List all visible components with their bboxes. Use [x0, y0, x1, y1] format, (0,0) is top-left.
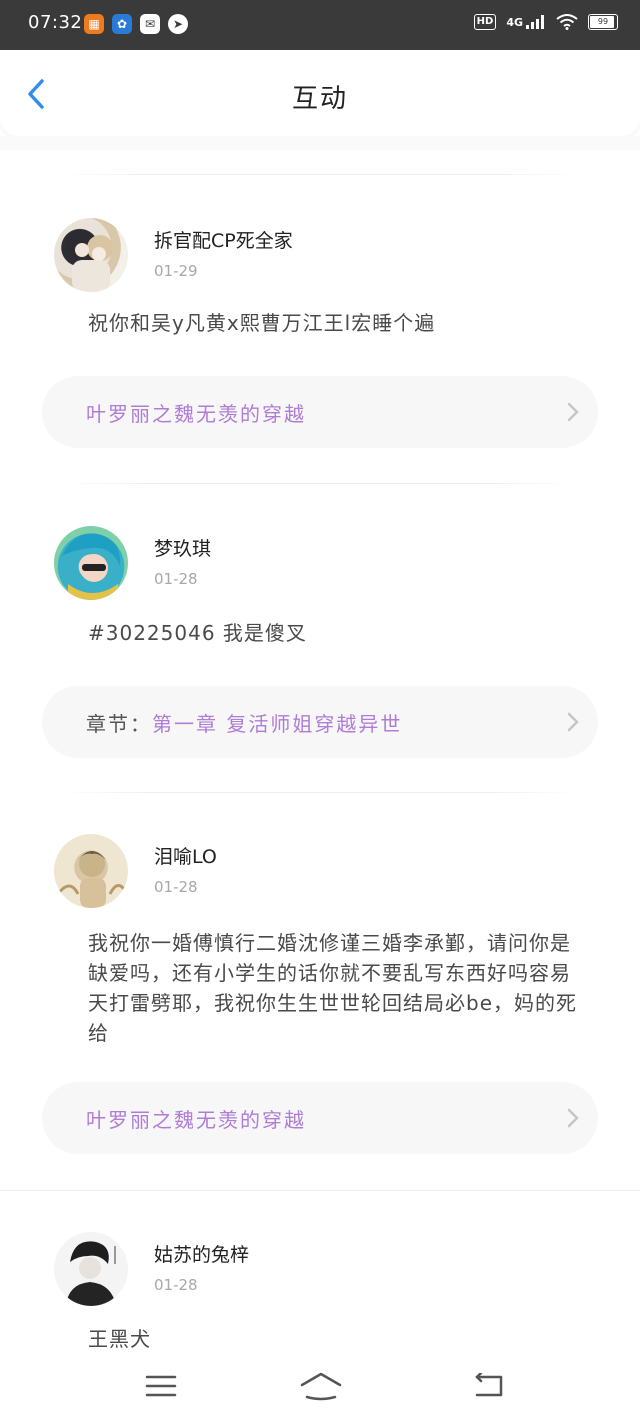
avatar-illustration: [66, 230, 113, 292]
chapter-prefix: 章节：: [86, 712, 152, 736]
chapter-title: 第一章 复活师姐穿越异世: [152, 712, 403, 736]
novel-link-card[interactable]: 叶罗丽之魏无羡的穿越: [42, 1082, 598, 1154]
novel-link-card[interactable]: 叶罗丽之魏无羡的穿越: [42, 376, 598, 448]
paw-app-icon: ✿: [112, 14, 132, 34]
divider: [60, 792, 580, 793]
status-indicators: HD 4G 99: [473, 14, 618, 30]
battery-level: 99: [597, 17, 609, 26]
compass-icon: ➤: [168, 14, 188, 34]
menu-button[interactable]: [136, 1366, 186, 1406]
avatar[interactable]: [54, 526, 128, 600]
chapter-link: 章节：第一章 复活师姐穿越异世: [86, 708, 402, 737]
battery-icon: 99: [588, 14, 618, 30]
username[interactable]: 泪喻LO: [154, 842, 217, 869]
username[interactable]: 姑苏的兔梓: [154, 1240, 249, 1267]
page-header: 互动: [0, 50, 640, 136]
network-type: 4G: [506, 16, 523, 29]
comment-text: 祝你和吴y凡黄x熙曹万江王l宏睡个遍: [88, 311, 436, 335]
comment-date: 01-29: [154, 262, 198, 280]
chevron-right-icon: [567, 402, 579, 422]
app-notification-icon: ▦: [84, 14, 104, 34]
username[interactable]: 梦玖琪: [154, 534, 211, 561]
status-time: 07:32: [28, 12, 83, 33]
divider: [60, 483, 580, 484]
status-bar: 07:32 ▦ ✿ ✉ ➤ HD 4G 99: [0, 0, 640, 50]
return-icon: [475, 1373, 503, 1397]
hd-badge: HD: [473, 14, 497, 30]
avatar-illustration: [62, 533, 121, 600]
comment-text: #30225046 我是傻叉: [88, 621, 307, 645]
avatar[interactable]: [54, 218, 128, 292]
novel-link-title: 叶罗丽之魏无羡的穿越: [86, 1108, 306, 1132]
avatar[interactable]: [54, 1232, 128, 1306]
avatar[interactable]: [54, 834, 128, 908]
comment-text: 王黑犬: [88, 1327, 151, 1351]
status-notification-icons: ▦ ✿ ✉ ➤: [84, 14, 188, 34]
comment-date: 01-28: [154, 1276, 198, 1294]
home-icon: [300, 1372, 342, 1401]
system-nav-bar: [0, 1352, 640, 1422]
header-separator: [0, 136, 640, 150]
chevron-right-icon: [567, 1108, 579, 1128]
signal-icon: 4G: [506, 15, 546, 29]
avatar-illustration: [66, 1241, 116, 1306]
novel-link-title: 叶罗丽之魏无羡的穿越: [86, 402, 306, 426]
menu-icon: [145, 1375, 177, 1397]
wifi-icon: [556, 14, 578, 30]
comment-date: 01-28: [154, 570, 198, 588]
chevron-right-icon: [567, 712, 579, 732]
back-nav-button[interactable]: [464, 1366, 514, 1406]
avatar-illustration: [56, 851, 128, 908]
comment-text: 我祝你一婚傅慎行二婚沈修谨三婚李承鄞，请问你是缺爱吗，还有小学生的话你就不要乱写…: [88, 931, 577, 1045]
home-button[interactable]: [296, 1366, 346, 1406]
page-title: 互动: [291, 84, 348, 114]
username[interactable]: 拆官配CP死全家: [154, 226, 293, 253]
divider: [0, 1190, 640, 1191]
mail-icon: ✉: [140, 14, 160, 34]
divider: [60, 174, 580, 175]
comment-date: 01-28: [154, 878, 198, 896]
chapter-link-card[interactable]: 章节：第一章 复活师姐穿越异世: [42, 686, 598, 758]
